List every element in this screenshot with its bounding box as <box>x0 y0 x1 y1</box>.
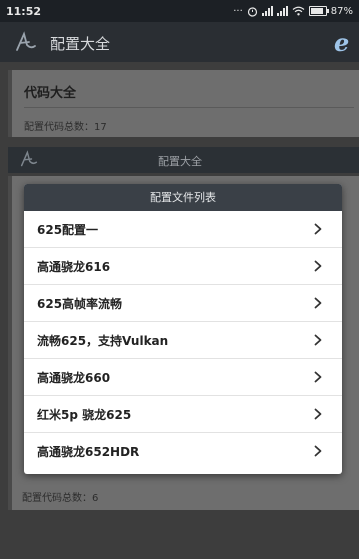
list-item[interactable]: 625配置一 <box>24 211 342 248</box>
list-item-label: 流畅625，支持Vulkan <box>37 333 169 348</box>
code-card[interactable]: 代码大全 配置代码总数：17 <box>8 70 359 137</box>
chevron-right-icon <box>314 371 322 383</box>
signature-logo-icon <box>20 150 38 167</box>
card-title: 代码大全 <box>24 86 77 101</box>
section-header: 配置大全 <box>8 147 359 173</box>
signal-icon <box>261 6 273 16</box>
ie-browser-icon[interactable]: e <box>334 28 349 57</box>
list-item-label: 625配置一 <box>37 222 99 237</box>
list-item[interactable]: 高通骁龙616 <box>24 248 342 285</box>
chevron-right-icon <box>314 297 322 309</box>
card-count: 配置代码总数：17 <box>24 122 107 133</box>
app-bar: 配置大全 e <box>0 22 359 62</box>
card-divider <box>24 107 354 108</box>
dialog-title: 配置文件列表 <box>24 184 342 211</box>
list-item[interactable]: 红米5p 骁龙625 <box>24 396 342 433</box>
chevron-right-icon <box>314 445 322 457</box>
list-item-label: 高通骁龙652HDR <box>37 445 140 459</box>
battery-percent: 87% <box>330 5 353 17</box>
list-item-label: 红米5p 骁龙625 <box>37 407 132 422</box>
signature-logo-icon[interactable] <box>15 31 37 53</box>
list-item[interactable]: 高通骁龙652HDR <box>24 433 342 470</box>
section-title: 配置大全 <box>158 155 202 168</box>
list-item[interactable]: 流畅625，支持Vulkan <box>24 322 342 359</box>
list-item-label: 高通骁龙616 <box>37 259 111 274</box>
chevron-right-icon <box>314 408 322 420</box>
chevron-right-icon <box>314 260 322 272</box>
wifi-icon <box>292 6 305 16</box>
config-file-dialog: 配置文件列表 625配置一 高通骁龙616 625高帧率流畅 流畅625，支持V… <box>24 184 342 474</box>
chevron-right-icon <box>314 223 322 235</box>
signal-icon-2 <box>276 6 288 16</box>
card-count: 配置代码总数：6 <box>22 493 99 504</box>
status-time: 11:52 <box>6 4 42 18</box>
status-icons: ··· 87% <box>233 6 353 17</box>
chevron-right-icon <box>314 334 322 346</box>
battery-icon <box>308 6 329 16</box>
list-item[interactable]: 625高帧率流畅 <box>24 285 342 322</box>
status-bar: 11:52 ··· 87% <box>0 0 359 22</box>
alarm-icon <box>247 6 257 17</box>
list-item-label: 625高帧率流畅 <box>37 296 123 311</box>
list-item-label: 高通骁龙660 <box>37 370 111 385</box>
config-file-list: 625配置一 高通骁龙616 625高帧率流畅 流畅625，支持Vulkan 高… <box>24 211 342 470</box>
more-dots-icon: ··· <box>233 5 243 17</box>
app-title: 配置大全 <box>50 35 111 53</box>
list-item[interactable]: 高通骁龙660 <box>24 359 342 396</box>
